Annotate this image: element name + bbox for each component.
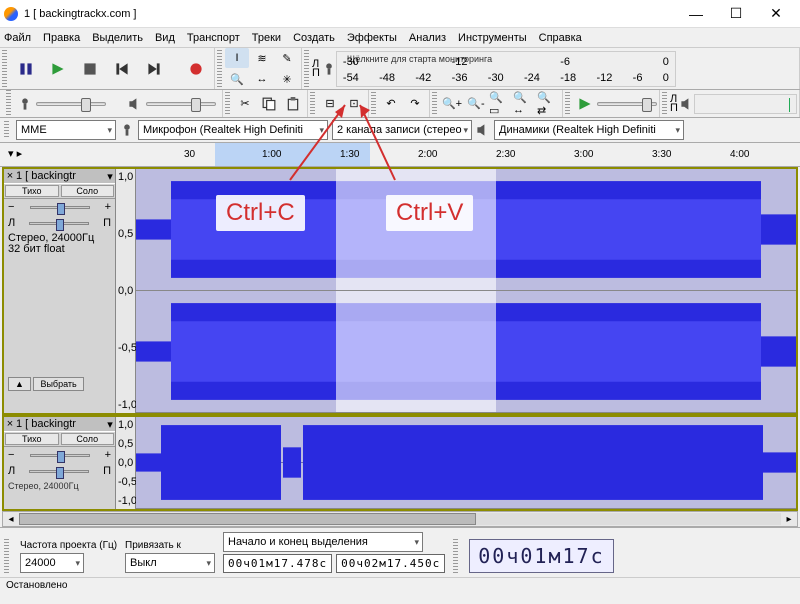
menu-tracks[interactable]: Треки [252, 32, 281, 44]
menu-help[interactable]: Справка [539, 32, 582, 44]
menu-generate[interactable]: Создать [293, 32, 335, 44]
track2-menu-icon[interactable]: ▾ [105, 418, 115, 431]
draw-tool[interactable]: ✎ [275, 48, 299, 68]
cut-button[interactable]: ✂ [233, 92, 257, 116]
paste-annotation: Ctrl+V [386, 195, 473, 231]
position-display[interactable]: 00ч01м17с [469, 539, 613, 573]
sel-start-field[interactable]: 00ч01м17.478с [223, 554, 332, 573]
pan-slider[interactable] [29, 222, 89, 225]
speaker-icon [128, 97, 142, 111]
collapse-icon[interactable]: ▲ [8, 377, 31, 391]
menu-transport[interactable]: Транспорт [187, 32, 240, 44]
track2-close-icon[interactable]: × [4, 418, 16, 430]
scroll-left-icon[interactable]: ◂ [3, 514, 19, 525]
play-meter[interactable] [694, 94, 797, 114]
status-bar: Остановлено [0, 577, 800, 595]
record-meter[interactable]: Щёлкните для старта мониторинга -30 -12 … [336, 51, 676, 87]
output-combo[interactable]: Динамики (Realtek High Definiti [494, 120, 684, 140]
mic-icon [18, 97, 32, 111]
track-menu-icon[interactable]: ▾ [105, 170, 115, 183]
pan2-slider[interactable] [29, 470, 89, 473]
copy-button[interactable] [257, 92, 281, 116]
stop-button[interactable] [74, 53, 106, 85]
speaker-meter-icon [680, 97, 694, 111]
track-close-icon[interactable]: × [4, 170, 16, 182]
track-format: Стерео, 24000Гц32 бит float [4, 231, 115, 257]
zoom-toggle-button[interactable]: 🔍⇄ [536, 92, 560, 116]
play-at-speed-button[interactable] [573, 92, 597, 116]
copy-annotation: Ctrl+C [216, 195, 305, 231]
scroll-right-icon[interactable]: ▸ [781, 514, 797, 525]
app-icon [4, 7, 18, 21]
mic-device-icon [120, 123, 134, 137]
mic-meter-icon [322, 62, 336, 76]
gain2-slider[interactable] [30, 454, 90, 457]
track2-format: Стерео, 24000Гц [4, 479, 115, 494]
selection-mode-combo[interactable]: Начало и конец выделения [223, 532, 423, 552]
zoom-fit-button[interactable]: 🔍↔ [512, 92, 536, 116]
selection-tool[interactable]: I [225, 48, 249, 68]
play-speed-slider[interactable] [597, 102, 657, 106]
snap-label: Привязать к [125, 540, 215, 551]
menu-tools[interactable]: Инструменты [458, 32, 527, 44]
select-track-button[interactable]: Выбрать [33, 377, 83, 391]
envelope-tool[interactable]: ≋ [250, 48, 274, 68]
sel-end-field[interactable]: 00ч02м17.450с [336, 554, 445, 573]
record-volume-slider[interactable] [36, 102, 106, 106]
rate-combo[interactable]: 24000 [20, 553, 84, 573]
speaker-device-icon [476, 123, 490, 137]
play-volume-slider[interactable] [146, 102, 216, 106]
record-button[interactable] [180, 53, 212, 85]
solo-button[interactable]: Соло [61, 185, 115, 197]
menu-select[interactable]: Выделить [92, 32, 143, 44]
vertical-scale[interactable]: 1,0 0,5 0,0 -0,5 -1,0 [116, 169, 136, 413]
skip-end-button[interactable] [138, 53, 170, 85]
menu-edit[interactable]: Правка [43, 32, 80, 44]
window-title: 1 [ backingtrackx.com ] [24, 8, 676, 20]
menu-effects[interactable]: Эффекты [347, 32, 397, 44]
waveform2-area[interactable] [136, 417, 796, 509]
zoom-sel-button[interactable]: 🔍▭ [488, 92, 512, 116]
multi-tool[interactable]: ✳ [275, 69, 299, 89]
menu-bar: Файл Правка Выделить Вид Транспорт Треки… [0, 28, 800, 48]
mute2-button[interactable]: Тихо [5, 433, 59, 445]
play-button[interactable] [42, 53, 74, 85]
solo2-button[interactable]: Соло [61, 433, 115, 445]
close-button[interactable]: ✕ [756, 1, 796, 27]
rate-label: Частота проекта (Гц) [20, 540, 117, 551]
minimize-button[interactable]: — [676, 1, 716, 27]
mute-button[interactable]: Тихо [5, 185, 59, 197]
meter-p-label: П [312, 69, 320, 78]
maximize-button[interactable]: ☐ [716, 1, 756, 27]
gain-slider[interactable] [30, 206, 90, 209]
horizontal-scrollbar[interactable]: ◂ ▸ [2, 511, 798, 527]
menu-view[interactable]: Вид [155, 32, 175, 44]
pause-button[interactable] [10, 53, 42, 85]
paste-arrow-icon [355, 100, 475, 190]
track-1: × 1 [ backingtr ▾ Тихо Соло −+ ЛП Стерео… [2, 167, 798, 415]
host-combo[interactable]: MME [16, 120, 116, 140]
waveform-area[interactable]: Ctrl+C Ctrl+V [136, 169, 796, 413]
menu-analyze[interactable]: Анализ [409, 32, 446, 44]
snap-combo[interactable]: Выкл [125, 553, 215, 573]
track-2: × 1 [ backingtr ▾ Тихо Соло −+ ЛП Стерео… [2, 415, 798, 511]
track2-title-bar[interactable]: × 1 [ backingtr ▾ [4, 417, 115, 431]
zoom-tool[interactable]: 🔍 [225, 69, 249, 89]
timeshift-tool[interactable]: ↔ [250, 69, 274, 89]
skip-start-button[interactable] [106, 53, 138, 85]
menu-file[interactable]: Файл [4, 32, 31, 44]
track-title-bar[interactable]: × 1 [ backingtr ▾ [4, 169, 115, 183]
